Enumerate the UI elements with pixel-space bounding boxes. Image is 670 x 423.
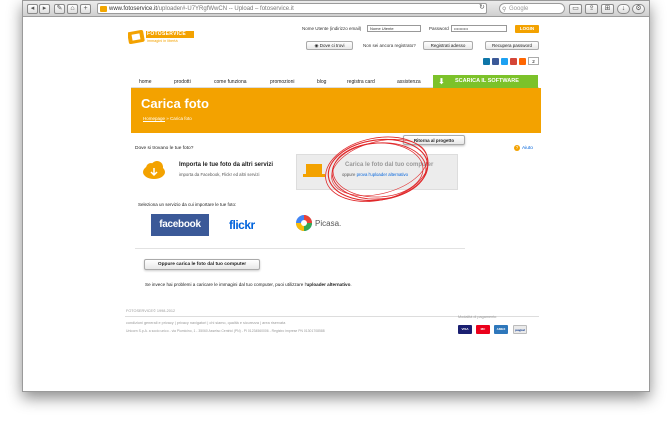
- page-banner: Carica foto Homepage » Carica foto: [131, 88, 541, 133]
- facebook-service-button[interactable]: facebook: [151, 214, 209, 236]
- select-service-text: Seleziona un servizio da cui importare l…: [138, 202, 237, 207]
- not-registered-text: Non sei ancora registrato?: [363, 43, 416, 48]
- rss-icon[interactable]: [519, 58, 526, 65]
- forward-icon[interactable]: ▸: [39, 4, 50, 14]
- mastercard-icon: MC: [476, 325, 490, 334]
- upload-from-computer-panel[interactable]: Carica le foto dal tuo computer oppure p…: [296, 154, 458, 190]
- reload-icon[interactable]: ↻: [479, 3, 485, 11]
- search-input[interactable]: ⚲ Google: [499, 3, 565, 14]
- paypal-icon: paypal: [513, 325, 527, 334]
- nav-promotions[interactable]: promozioni: [270, 79, 294, 85]
- password-label: Password: [429, 26, 449, 31]
- where-button[interactable]: ◉ Dove ci trovi: [306, 41, 353, 50]
- favicon-icon: [100, 6, 107, 12]
- nav-how-it-works[interactable]: come funziona: [214, 79, 247, 85]
- upload-title: Carica le foto dal tuo computer: [345, 162, 434, 168]
- download-icon[interactable]: ↓: [617, 4, 630, 14]
- password-field[interactable]: ••••••••••: [451, 25, 507, 32]
- payment-label: Modalità di pagamento: [458, 315, 497, 319]
- footer-links[interactable]: condizioni generali e privacy | privacy …: [126, 321, 285, 325]
- problem-text-pre: Se invece hai problemi a caricare le imm…: [145, 282, 307, 287]
- recover-password-button[interactable]: Recupera password: [485, 41, 539, 50]
- add-tab-icon[interactable]: +: [80, 4, 91, 14]
- picasa-label: Picasa.: [315, 219, 342, 228]
- bookmarks-icon[interactable]: ▭: [569, 4, 582, 14]
- footer-address: Unicorn S.p.A. a socio unico - via Piumi…: [126, 329, 325, 333]
- tools-icon[interactable]: ✎: [54, 4, 65, 14]
- software-label: SCARICA IL SOFTWARE: [455, 78, 519, 84]
- settings-icon[interactable]: ⚙: [632, 4, 645, 14]
- nav-support[interactable]: assistenza: [397, 79, 421, 85]
- question-text: Dove si trovano le tue foto?: [135, 146, 194, 151]
- picasa-service-button[interactable]: Picasa.: [293, 213, 357, 235]
- alternative-uploader-link[interactable]: prova l'uploader alternativo: [357, 172, 408, 177]
- url-domain: www.fotoservice.it: [109, 6, 158, 12]
- download-software-button[interactable]: ⬇ SCARICA IL SOFTWARE: [433, 75, 538, 88]
- twitter-icon[interactable]: [501, 58, 508, 65]
- where-label: Dove ci trovi: [319, 43, 345, 48]
- upload-subtitle: oppure prova l'uploader alternativo: [342, 172, 408, 177]
- cloud-download-icon: [143, 161, 165, 179]
- breadcrumb-current: » Carica foto: [166, 116, 192, 121]
- breadcrumb-home-link[interactable]: Homepage: [143, 116, 165, 121]
- nav-blog[interactable]: blog: [317, 79, 326, 85]
- upload-subtitle-pre: oppure: [342, 172, 356, 177]
- home-icon[interactable]: ⌂: [67, 4, 78, 14]
- breadcrumb: Homepage » Carica foto: [143, 116, 192, 121]
- problem-text-post: .: [350, 282, 352, 287]
- problem-alternative-link[interactable]: uploader alternativo: [306, 282, 350, 287]
- amex-card-icon: AMEX: [494, 325, 508, 334]
- logo-tagline: immagini in libertà: [147, 39, 178, 43]
- import-from-services-panel[interactable]: Importa le tue foto da altri servizi imp…: [136, 154, 296, 190]
- username-field[interactable]: Nome Utente: [367, 25, 421, 32]
- problem-text: Se invece hai problemi a caricare le imm…: [145, 282, 352, 287]
- flickr-label: flickr: [229, 218, 255, 232]
- divider: [135, 248, 465, 249]
- footer-copyright: FOTOSERVICE© 1998-2012: [126, 309, 176, 313]
- nav-home[interactable]: home: [139, 79, 152, 85]
- upload-from-computer-button[interactable]: Oppure carica le foto dal tuo computer: [144, 259, 260, 270]
- register-button[interactable]: Registrati adesso: [423, 41, 473, 50]
- linkedin-icon[interactable]: [483, 58, 490, 65]
- picasa-icon: [296, 215, 312, 231]
- site-logo[interactable]: FOTOSERVICE immagini in libertà: [127, 28, 208, 48]
- laptop-icon: [303, 164, 325, 177]
- login-button[interactable]: LOGIN: [515, 25, 539, 33]
- nav-products[interactable]: prodotti: [174, 79, 191, 85]
- page-title: Carica foto: [141, 96, 209, 111]
- logo-text: FOTOSERVICE: [147, 31, 186, 37]
- import-subtitle: importa da Facebook, Flickr ed altri ser…: [179, 172, 260, 177]
- browser-window: ◂ ▸ ✎ ⌂ + www.fotoservice.it/uploader#-U…: [22, 0, 650, 392]
- nav-register-card[interactable]: registra card: [347, 79, 375, 85]
- flickr-service-button[interactable]: flickr: [229, 214, 273, 236]
- browser-toolbar: ◂ ▸ ✎ ⌂ + www.fotoservice.it/uploader#-U…: [23, 1, 649, 17]
- share-icon[interactable]: ⇪: [585, 4, 598, 14]
- facebook-icon[interactable]: [492, 58, 499, 65]
- username-label: Nome Utente (indirizzo email): [302, 26, 362, 31]
- visa-card-icon: VISA: [458, 325, 472, 334]
- address-bar[interactable]: www.fotoservice.it/uploader#-U7YRgfWwCN …: [97, 3, 487, 14]
- download-arrow-icon: ⬇: [438, 77, 445, 86]
- search-placeholder: Google: [509, 6, 529, 12]
- help-icon[interactable]: ?: [514, 145, 520, 151]
- reader-icon[interactable]: ⊞: [601, 4, 614, 14]
- help-link[interactable]: Aiuto: [522, 146, 533, 151]
- googleplus-icon[interactable]: [510, 58, 517, 65]
- social-count: 2: [528, 57, 539, 65]
- back-icon[interactable]: ◂: [27, 4, 38, 14]
- import-title: Importa le tue foto da altri servizi: [179, 162, 274, 168]
- search-icon: ⚲: [502, 7, 507, 13]
- url-path: /uploader#-U7YRgfWwCN -- Upload – fotose…: [157, 6, 294, 12]
- back-to-project-button[interactable]: Ritorna al progetto: [403, 135, 465, 145]
